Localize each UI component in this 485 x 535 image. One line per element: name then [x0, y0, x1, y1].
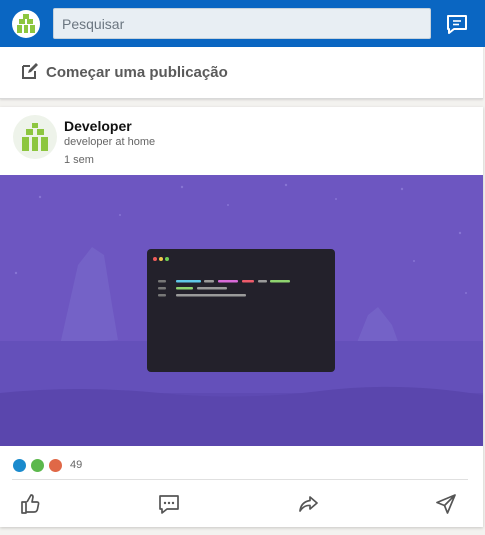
search-input[interactable]	[53, 8, 431, 39]
pencil-edit-icon	[21, 62, 39, 80]
send-icon	[436, 494, 456, 514]
comment-icon	[159, 495, 179, 514]
feed-post: Developer developer at home 1 sem 49	[0, 107, 483, 527]
share-arrow-icon	[299, 496, 318, 512]
chat-bubble-icon[interactable]	[444, 11, 470, 37]
like-button[interactable]	[19, 492, 43, 516]
reaction-love-icon	[48, 457, 63, 473]
reactions-summary[interactable]: 49	[12, 457, 82, 473]
post-author-headline: developer at home	[64, 136, 156, 148]
start-post-label: Começar uma publicação	[46, 64, 228, 81]
company-logo-icon[interactable]	[12, 10, 40, 38]
share-button[interactable]	[296, 492, 320, 516]
reaction-like-icon	[12, 457, 27, 473]
post-author-name[interactable]: Developer	[64, 118, 132, 134]
reaction-celebrate-icon	[30, 457, 45, 473]
divider	[12, 479, 468, 480]
top-navigation-bar	[0, 0, 485, 47]
comment-button[interactable]	[157, 492, 181, 516]
reaction-count: 49	[70, 459, 83, 471]
start-post-button[interactable]: Começar uma publicação	[0, 47, 483, 99]
send-button[interactable]	[434, 492, 458, 516]
post-timestamp: 1 sem	[64, 154, 94, 166]
avatar[interactable]	[13, 115, 57, 159]
thumbs-up-icon	[21, 494, 40, 514]
code-editor-illustration[interactable]	[0, 175, 483, 446]
